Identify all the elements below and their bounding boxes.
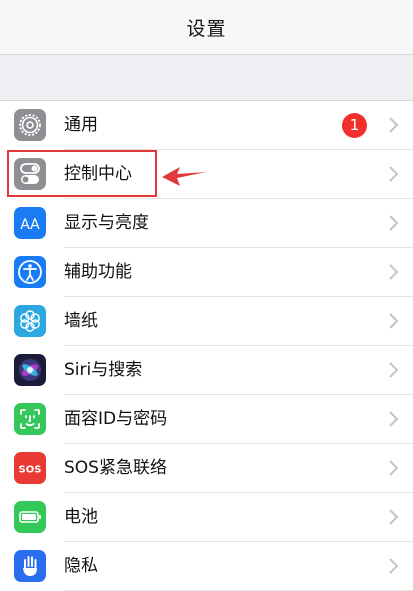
chevron-right-icon — [389, 558, 399, 574]
accessibility-icon — [14, 256, 46, 288]
settings-row-privacy[interactable]: 隐私 — [0, 542, 413, 591]
settings-row-label: SOS紧急联络 — [64, 458, 167, 478]
chevron-right-icon — [389, 411, 399, 427]
settings-row-label: 面容ID与密码 — [64, 409, 168, 429]
chevron-right-icon — [389, 264, 399, 280]
face-id-icon — [14, 403, 46, 435]
settings-row-display-brightness[interactable]: AA 显示与亮度 — [0, 199, 413, 248]
chevron-right-icon — [389, 215, 399, 231]
chevron-right-icon — [389, 362, 399, 378]
settings-row-label: 控制中心 — [64, 164, 132, 184]
settings-row-label: Siri与搜索 — [64, 360, 143, 380]
arrow-left-icon — [162, 167, 206, 186]
settings-row-face-id-passcode[interactable]: 面容ID与密码 — [0, 395, 413, 444]
chevron-right-icon — [389, 509, 399, 525]
settings-row-label: 墙纸 — [64, 311, 98, 331]
chevron-right-icon — [389, 460, 399, 476]
battery-icon — [14, 501, 46, 533]
settings-row-battery[interactable]: 电池 — [0, 493, 413, 542]
flower-icon — [14, 305, 46, 337]
chevron-right-icon — [389, 166, 399, 182]
gear-icon — [14, 109, 46, 141]
settings-row-label: 辅助功能 — [64, 262, 132, 282]
icon-text: AA — [20, 217, 40, 233]
section-spacer — [0, 55, 413, 101]
page-title: 设置 — [186, 17, 227, 40]
toggle-switches-icon — [14, 158, 46, 190]
chevron-right-icon — [389, 313, 399, 329]
settings-row-label: 电池 — [64, 507, 98, 527]
settings-row-label: 通用 — [64, 115, 98, 135]
settings-row-label: 显示与亮度 — [64, 213, 149, 233]
chevron-right-icon — [389, 117, 399, 133]
notification-badge: 1 — [342, 113, 367, 138]
hand-icon — [14, 550, 46, 582]
navigation-bar: 设置 — [0, 0, 413, 55]
text-size-icon: AA — [14, 207, 46, 239]
settings-row-label: 隐私 — [64, 556, 98, 576]
settings-row-wallpaper[interactable]: 墙纸 — [0, 297, 413, 346]
settings-row-emergency-sos[interactable]: SOS SOS紧急联络 — [0, 444, 413, 493]
sos-icon: SOS — [14, 452, 46, 484]
settings-row-general[interactable]: 通用 1 — [0, 101, 413, 150]
icon-text: SOS — [19, 465, 42, 476]
siri-icon — [14, 354, 46, 386]
settings-row-siri-search[interactable]: Siri与搜索 — [0, 346, 413, 395]
settings-row-accessibility[interactable]: 辅助功能 — [0, 248, 413, 297]
